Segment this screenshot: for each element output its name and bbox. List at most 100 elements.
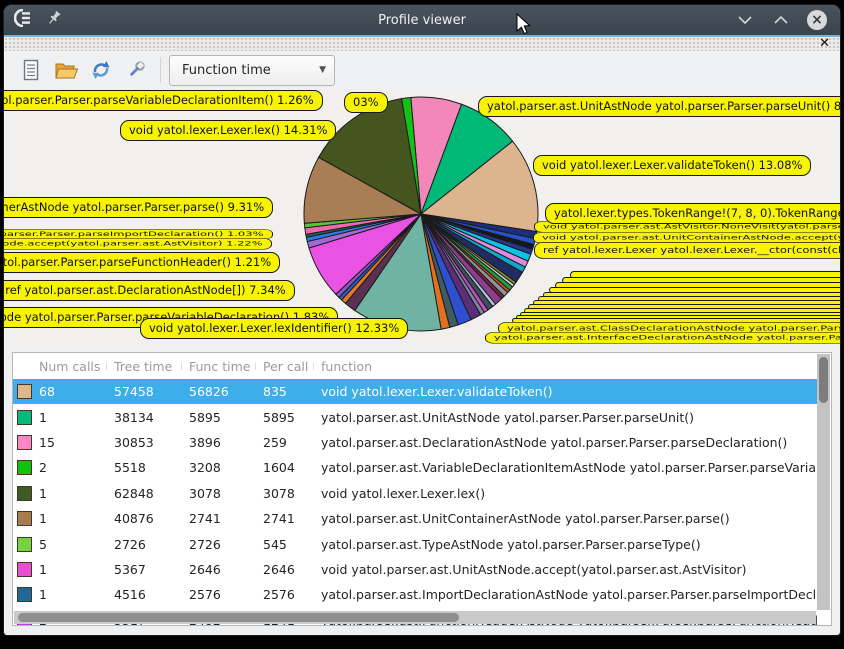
row-color-swatch xyxy=(17,486,32,501)
table-cell: 56826 xyxy=(189,384,263,399)
minimize-icon[interactable] xyxy=(734,9,756,31)
pie-label: void yatol.lexer.Lexer.validateToken() 1… xyxy=(533,155,811,176)
horizontal-scrollbar[interactable] xyxy=(14,611,816,624)
table-cell: 62848 xyxy=(114,486,189,501)
table-row[interactable]: 1451625762576yatol.parser.ast.ImportDecl… xyxy=(13,582,817,607)
table-cell: 5518 xyxy=(114,460,189,475)
table-cell: 5 xyxy=(39,537,114,552)
table-cell: 545 xyxy=(263,537,321,552)
table-cell: 5895 xyxy=(263,410,321,425)
table-cell: 57458 xyxy=(114,384,189,399)
document-icon[interactable] xyxy=(18,57,44,83)
table-cell: 2576 xyxy=(263,587,321,602)
titlebar[interactable]: Profile viewer × xyxy=(4,5,840,35)
table-row[interactable]: 2551832081604yatol.parser.ast.VariableDe… xyxy=(13,455,817,480)
pie-chart-area: yatol.parser.ast.DeclarationAstNode yato… xyxy=(4,89,840,351)
table-cell: 1 xyxy=(39,511,114,526)
table-rows: 685745856826835void yatol.lexer.Lexer.va… xyxy=(13,379,817,625)
table-cell: 1 xyxy=(39,410,114,425)
pie-label: void yatol.parser.Parser.parseDeclaratio… xyxy=(4,280,295,301)
table-cell-function: yatol.parser.ast.UnitContainerAstNode ya… xyxy=(321,511,817,526)
pie-label: yatol.parser.ast.InterfaceDeclarationAst… xyxy=(485,332,840,344)
table-row[interactable]: 1536726462646void yatol.parser.ast.UnitA… xyxy=(13,557,817,582)
table-cell: 3078 xyxy=(263,486,321,501)
table-row[interactable]: 14087627412741yatol.parser.ast.UnitConta… xyxy=(13,506,817,531)
table-header[interactable]: Num callsTree timeFunc timePer callfunct… xyxy=(13,353,831,379)
pie-label: yatol.parser.ast.FunctionHeaderAstNode y… xyxy=(4,252,280,273)
table-cell: 5367 xyxy=(114,562,189,577)
table-row[interactable]: 13813458955895yatol.parser.ast.UnitAstNo… xyxy=(13,404,817,429)
vertical-scrollbar-thumb[interactable] xyxy=(819,357,828,403)
table-cell: 2 xyxy=(39,460,114,475)
row-color-swatch xyxy=(17,511,32,526)
toolbar-separator xyxy=(160,57,161,83)
column-header-tree-time[interactable]: Tree time xyxy=(114,359,189,374)
table-cell: 30853 xyxy=(114,435,189,450)
open-folder-icon[interactable] xyxy=(53,57,79,83)
table-cell: 5895 xyxy=(189,410,263,425)
table-cell-function: yatol.parser.ast.DeclarationAstNode yato… xyxy=(321,435,817,450)
wrench-icon[interactable] xyxy=(123,57,149,83)
refresh-icon[interactable] xyxy=(88,57,114,83)
close-icon[interactable]: × xyxy=(806,9,828,31)
pie-label: void yatol.lexer.Lexer.lex() 14.31% xyxy=(120,120,336,141)
table-cell: 3896 xyxy=(189,435,263,450)
table-cell: 1 xyxy=(39,587,114,602)
vertical-scrollbar[interactable] xyxy=(817,354,830,610)
table-cell: 2741 xyxy=(189,511,263,526)
row-color-swatch xyxy=(17,460,32,475)
toolbar: Function time ▼ xyxy=(4,51,840,89)
table-cell: 68 xyxy=(39,384,114,399)
pin-icon[interactable] xyxy=(46,10,62,30)
metric-combobox[interactable]: Function time ▼ xyxy=(169,55,335,86)
row-color-swatch xyxy=(17,562,32,577)
row-color-swatch xyxy=(17,410,32,425)
table-cell-function: void yatol.lexer.Lexer.lex() xyxy=(321,486,817,501)
table-cell: 1 xyxy=(39,486,114,501)
table-cell: 1604 xyxy=(263,460,321,475)
table-cell: 2726 xyxy=(189,537,263,552)
pie-chart[interactable]: yatol.parser.ast.DeclarationAstNode yato… xyxy=(300,93,542,335)
table-cell: 2646 xyxy=(263,562,321,577)
table-row[interactable]: 685745856826835void yatol.lexer.Lexer.va… xyxy=(13,379,817,404)
row-color-swatch xyxy=(17,384,32,399)
table-row[interactable]: 16284830783078void yatol.lexer.Lexer.lex… xyxy=(13,481,817,506)
table-cell-function: yatol.parser.ast.VariableDeclarationItem… xyxy=(321,460,817,475)
table-cell: 2741 xyxy=(263,511,321,526)
table-cell: 2726 xyxy=(114,537,189,552)
maximize-icon[interactable] xyxy=(770,9,792,31)
table-cell-function: yatol.parser.ast.TypeAstNode yatol.parse… xyxy=(321,537,817,552)
mouse-cursor xyxy=(516,13,532,41)
table-cell-function: void yatol.lexer.Lexer.validateToken() xyxy=(321,384,817,399)
table-row[interactable]: 15308533896259yatol.parser.ast.Declarati… xyxy=(13,430,817,455)
row-color-swatch xyxy=(17,587,32,602)
table-row[interactable]: 527262726545yatol.parser.ast.TypeAstNode… xyxy=(13,531,817,556)
app-logo-icon xyxy=(14,9,36,31)
pie-label: yatol.lexer.types.TokenRange!(7, 8, 0).T… xyxy=(545,203,840,224)
column-header-function[interactable]: function xyxy=(321,359,831,374)
horizontal-scrollbar-thumb[interactable] xyxy=(18,613,459,622)
dock-titlebar[interactable]: ✕ xyxy=(4,37,840,51)
pie-label: yatol.parser.ast.UnitAstNode yatol.parse… xyxy=(478,96,840,117)
profile-viewer-window: Profile viewer × ✕ xyxy=(4,5,840,635)
metric-combobox-value: Function time xyxy=(182,63,271,78)
table-cell: 4516 xyxy=(114,587,189,602)
pie-label: yatol.parser.ast.UnitContainerAstNode ya… xyxy=(4,197,273,218)
dock-close-icon[interactable]: ✕ xyxy=(819,38,830,50)
row-color-swatch xyxy=(17,537,32,552)
profile-table: Num callsTree timeFunc timePer callfunct… xyxy=(12,352,832,626)
table-cell: 15 xyxy=(39,435,114,450)
column-header-num-calls[interactable]: Num calls xyxy=(39,359,114,374)
table-cell-function: yatol.parser.ast.UnitAstNode yatol.parse… xyxy=(321,410,817,425)
table-cell: 835 xyxy=(263,384,321,399)
table-cell: 3208 xyxy=(189,460,263,475)
chevron-down-icon: ▼ xyxy=(319,65,326,75)
pie-label: ref yatol.lexer.Lexer yatol.lexer.Lexer.… xyxy=(534,242,840,259)
table-cell: 2646 xyxy=(189,562,263,577)
table-cell: 38134 xyxy=(114,410,189,425)
pie-label: void yatol.lexer.Lexer.lexIdentifier() 1… xyxy=(140,318,408,339)
table-cell: 259 xyxy=(263,435,321,450)
pie-label: yatol.parser.ast.VariableDeclarationItem… xyxy=(4,90,323,111)
column-header-func-time[interactable]: Func time xyxy=(189,359,263,374)
pie-label: void yatol.parser.ast.UnitAstNode.accept… xyxy=(4,238,272,250)
